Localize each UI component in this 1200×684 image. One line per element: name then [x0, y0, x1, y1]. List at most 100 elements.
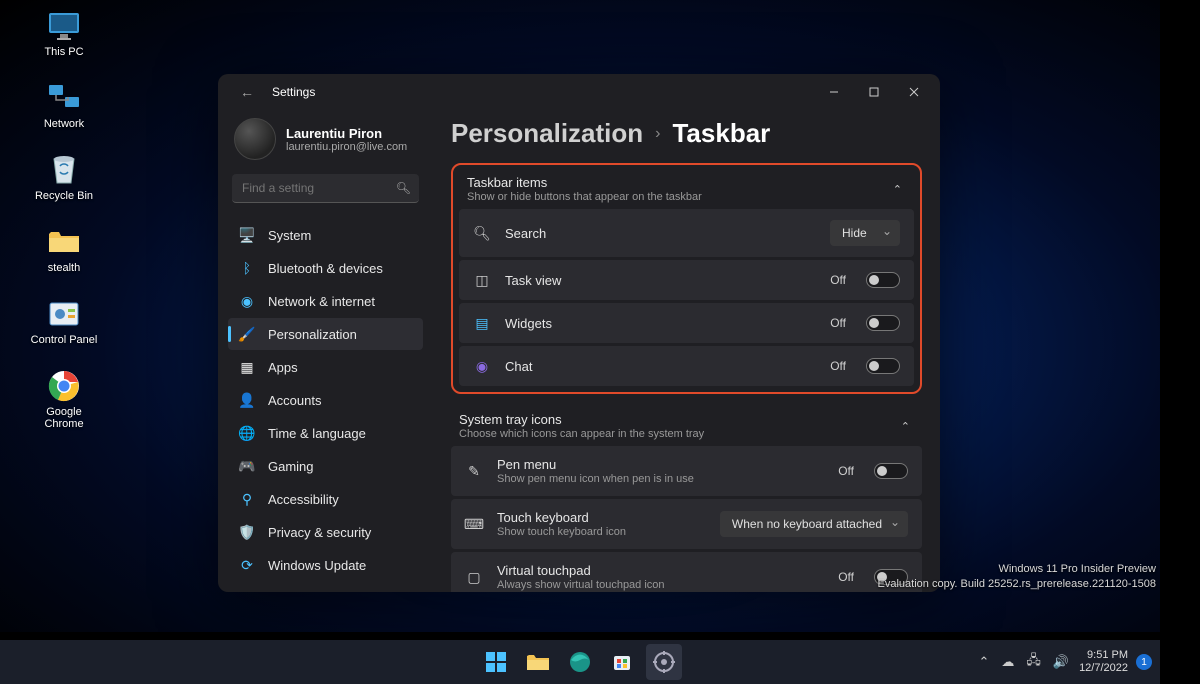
- page-title: Taskbar: [672, 118, 770, 149]
- apps-icon: ▦: [238, 358, 256, 376]
- recycle-bin-icon: [46, 152, 82, 188]
- nav-item-gaming[interactable]: 🎮 Gaming: [228, 450, 423, 482]
- nav-label: Gaming: [268, 459, 314, 474]
- settings-button[interactable]: [646, 644, 682, 680]
- chevron-right-icon: ›: [655, 125, 660, 143]
- chevron-up-icon: ⌃: [897, 416, 914, 437]
- nav-label: System: [268, 228, 311, 243]
- network-tray-icon[interactable]: 🖧: [1024, 649, 1043, 675]
- section-header-taskbar-items[interactable]: Taskbar items Show or hide buttons that …: [459, 171, 914, 209]
- window-title: Settings: [272, 85, 315, 99]
- toggle-state: Off: [830, 273, 846, 287]
- explorer-button[interactable]: [520, 644, 556, 680]
- chat-toggle[interactable]: [866, 358, 900, 374]
- search-input[interactable]: [232, 174, 419, 203]
- toggle-state: Off: [830, 359, 846, 373]
- breadcrumb-parent[interactable]: Personalization: [451, 118, 643, 149]
- system-icon: 🖥️: [238, 226, 256, 244]
- taskbar-clock[interactable]: 9:51 PM 12/7/2022: [1079, 649, 1128, 674]
- monitor-icon: [46, 8, 82, 44]
- account-row[interactable]: Laurentiu Piron laurentiu.piron@live.com: [228, 114, 423, 172]
- account-email: laurentiu.piron@live.com: [286, 141, 407, 153]
- desktop-icon-google-chrome[interactable]: Google Chrome: [36, 368, 92, 430]
- nav-item-privacy[interactable]: 🛡️Privacy & security: [228, 516, 423, 548]
- time-icon: 🌐: [238, 424, 256, 442]
- pen-menu-toggle[interactable]: [874, 463, 908, 479]
- row-subtitle: Show touch keyboard icon: [497, 526, 706, 538]
- toggle-state: Off: [838, 570, 854, 584]
- row-subtitle: Show pen menu icon when pen is in use: [497, 473, 824, 485]
- taskbar-item-search: 🔍︎ Search Hide: [459, 209, 914, 257]
- tray-overflow-icon[interactable]: ⌃: [976, 652, 991, 672]
- widgets-icon: ▤: [473, 314, 491, 332]
- notification-badge[interactable]: 1: [1136, 654, 1152, 670]
- gaming-icon: 🎮: [238, 457, 256, 475]
- onedrive-icon[interactable]: ☁: [999, 652, 1016, 672]
- nav-item-accessibility[interactable]: ⚲ Accessibility: [228, 483, 423, 515]
- desktop-icon-stealth[interactable]: stealth: [36, 224, 92, 274]
- breadcrumb: Personalization › Taskbar: [451, 110, 922, 163]
- desktop-icon-label: This PC: [44, 46, 83, 58]
- row-subtitle: Always show virtual touchpad icon: [497, 579, 824, 591]
- accessibility-icon: ⚲: [238, 490, 256, 508]
- bluetooth-icon: ᛒ: [238, 259, 256, 277]
- nav-label: Windows Update: [268, 558, 366, 573]
- edge-button[interactable]: [562, 644, 598, 680]
- window-titlebar[interactable]: ← Settings: [218, 74, 940, 110]
- minimize-button[interactable]: [814, 77, 854, 107]
- nav-label: Personalization: [268, 327, 357, 342]
- nav-item-apps[interactable]: ▦Apps: [228, 351, 423, 383]
- settings-content[interactable]: Personalization › Taskbar Taskbar items …: [433, 110, 940, 592]
- nav-item-time-language[interactable]: 🌐Time & language: [228, 417, 423, 449]
- desktop-icons-column: This PC Network Recycle Bin stealth Cont…: [36, 8, 92, 430]
- maximize-button[interactable]: [854, 77, 894, 107]
- folder-icon: [46, 224, 82, 260]
- nav-label: Accessibility: [268, 492, 339, 507]
- desktop-icon-label: Network: [44, 118, 84, 130]
- row-title: Touch keyboard: [497, 510, 706, 525]
- touch-keyboard-dropdown[interactable]: When no keyboard attached: [720, 511, 908, 537]
- tray-item-touch-keyboard: ⌨ Touch keyboard Show touch keyboard ico…: [451, 499, 922, 549]
- control-panel-icon: [46, 296, 82, 332]
- wifi-icon: ◉: [238, 292, 256, 310]
- chat-icon: ◉: [473, 357, 491, 375]
- chrome-icon: [46, 368, 82, 404]
- widgets-toggle[interactable]: [866, 315, 900, 331]
- desktop-icon-label: stealth: [48, 262, 80, 274]
- search-dropdown[interactable]: Hide: [830, 220, 900, 246]
- close-button[interactable]: [894, 77, 934, 107]
- desktop-icon-recycle-bin[interactable]: Recycle Bin: [36, 152, 92, 202]
- toggle-state: Off: [838, 464, 854, 478]
- nav-label: Network & internet: [268, 294, 375, 309]
- taskbar-item-taskview: ◫ Task view Off: [459, 260, 914, 300]
- settings-sidebar: Laurentiu Piron laurentiu.piron@live.com…: [218, 110, 433, 592]
- taskview-toggle[interactable]: [866, 272, 900, 288]
- nav-item-windows-update[interactable]: ⟳ Windows Update: [228, 549, 423, 581]
- nav-item-system[interactable]: 🖥️ System: [228, 219, 423, 251]
- start-button[interactable]: [478, 644, 514, 680]
- desktop-icon-network[interactable]: Network: [36, 80, 92, 130]
- update-icon: ⟳: [238, 556, 256, 574]
- nav-item-bluetooth[interactable]: ᛒBluetooth & devices: [228, 252, 423, 284]
- desktop-icon-this-pc[interactable]: This PC: [36, 8, 92, 58]
- taskbar-tray: ⌃ ☁ 🖧 🔊 9:51 PM 12/7/2022 1: [976, 649, 1152, 675]
- build-watermark: Windows 11 Pro Insider Preview Evaluatio…: [874, 558, 1160, 596]
- volume-tray-icon[interactable]: 🔊: [1051, 652, 1071, 672]
- nav-item-personalization[interactable]: 🖌️Personalization: [228, 318, 423, 350]
- desktop-icon-label: Recycle Bin: [35, 190, 93, 202]
- avatar: [234, 118, 276, 160]
- tray-item-virtual-touchpad: ▢ Virtual touchpad Always show virtual t…: [451, 552, 922, 592]
- row-title: Widgets: [505, 316, 816, 331]
- section-header-system-tray[interactable]: System tray icons Choose which icons can…: [451, 402, 922, 446]
- store-button[interactable]: [604, 644, 640, 680]
- nav-item-accounts[interactable]: 👤Accounts: [228, 384, 423, 416]
- taskbar[interactable]: ⌃ ☁ 🖧 🔊 9:51 PM 12/7/2022 1: [0, 640, 1160, 684]
- tray-item-pen-menu: ✎ Pen menu Show pen menu icon when pen i…: [451, 446, 922, 496]
- section-subtitle: Show or hide buttons that appear on the …: [467, 191, 702, 203]
- nav-item-network[interactable]: ◉ Network & internet: [228, 285, 423, 317]
- desktop-icon-control-panel[interactable]: Control Panel: [36, 296, 92, 346]
- pen-icon: ✎: [465, 462, 483, 480]
- back-button[interactable]: ←: [232, 80, 262, 104]
- taskbar-center: [478, 644, 682, 680]
- network-icon: [46, 80, 82, 116]
